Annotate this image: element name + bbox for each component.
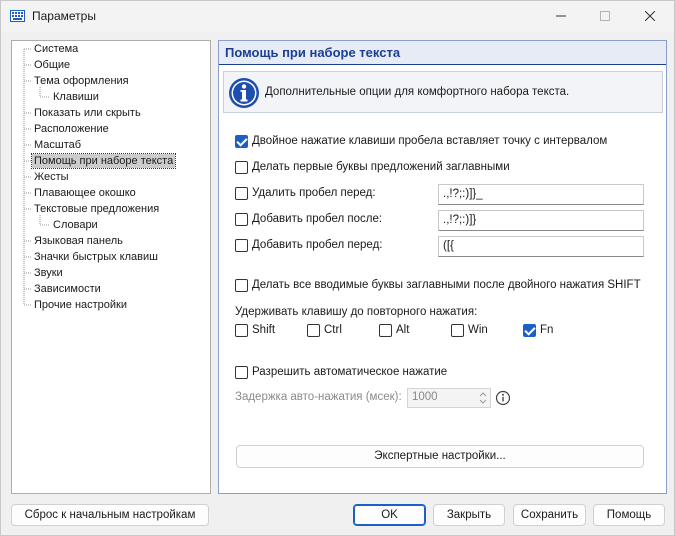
checkbox-box[interactable] — [235, 366, 248, 379]
close-button[interactable]: Закрыть — [433, 504, 505, 526]
tree-item-floating-window[interactable]: Плавающее окошко — [32, 186, 138, 200]
checkbox-box[interactable] — [379, 324, 392, 337]
checkbox-box[interactable] — [235, 239, 248, 252]
delay-label: Задержка авто-нажатия (мсек): — [235, 391, 402, 403]
panel-header: Помощь при наборе текста — [219, 41, 666, 65]
checkbox-box[interactable] — [307, 324, 320, 337]
settings-tree[interactable]: Система Общие Тема оформления Клавиши По… — [11, 40, 211, 494]
save-button[interactable]: Сохранить — [513, 504, 586, 526]
tree-item-language-bar[interactable]: Языковая панель — [32, 234, 125, 248]
add-space-before-label: Добавить пробел перед: — [252, 239, 383, 251]
remove-space-before-input[interactable]: .,!?;:)]}_ — [438, 184, 644, 205]
checkbox-box[interactable] — [235, 135, 248, 148]
title-bar[interactable]: Параметры — [1, 1, 674, 32]
hold-ctrl-label: Ctrl — [324, 324, 342, 336]
checkbox-box[interactable] — [523, 324, 536, 337]
tree-item-text-suggestions[interactable]: Текстовые предложения — [32, 202, 161, 216]
help-hint-icon[interactable] — [495, 390, 511, 406]
delay-value: 1000 — [412, 391, 438, 403]
capitalize-first-label: Делать первые буквы предложений заглавны… — [252, 161, 510, 173]
tree-item-sounds[interactable]: Звуки — [32, 266, 65, 280]
tree-item-location[interactable]: Расположение — [32, 122, 111, 136]
hold-shift-label: Shift — [252, 324, 276, 336]
checkbox-box[interactable] — [235, 279, 248, 292]
checkbox-box[interactable] — [235, 161, 248, 174]
minimize-icon — [556, 15, 566, 17]
help-button[interactable]: Помощь — [593, 504, 665, 526]
double-space-label: Двойное нажатие клавиши пробела вставляе… — [252, 135, 608, 147]
hold-win-label: Win — [468, 324, 488, 336]
tree-item-show-hide[interactable]: Показать или скрыть — [32, 106, 143, 120]
settings-window: Параметры Система Общие Тема оформления … — [0, 0, 675, 536]
delay-spinner[interactable]: 1000 — [407, 388, 491, 408]
add-space-before-input[interactable]: ([{ — [438, 236, 644, 257]
hold-keys-label: Удерживать клавишу до повторного нажатия… — [235, 306, 478, 318]
spinner-arrows-icon[interactable] — [478, 391, 488, 405]
tree-item-dictionaries[interactable]: Словари — [51, 218, 100, 232]
info-text: Дополнительные опции для комфортного наб… — [265, 86, 570, 98]
checkbox-box[interactable] — [235, 213, 248, 226]
tree-item-keys[interactable]: Клавиши — [51, 90, 101, 104]
caps-after-shift-label: Делать все вводимые буквы заглавными пос… — [252, 279, 641, 291]
hold-alt-label: Alt — [396, 324, 410, 336]
checkbox-box[interactable] — [451, 324, 464, 337]
tree-item-dependencies[interactable]: Зависимости — [32, 282, 103, 296]
typing-help-panel: Помощь при наборе текста Дополнительные … — [218, 40, 667, 494]
close-window-button[interactable] — [628, 1, 672, 31]
add-space-after-input[interactable]: .,!?;:)]} — [438, 210, 644, 231]
tree-item-typing-help[interactable]: Помощь при наборе текста — [30, 153, 177, 169]
keyboard-icon — [10, 10, 25, 22]
tree-item-gestures[interactable]: Жесты — [32, 170, 71, 184]
hold-fn-label: Fn — [540, 324, 554, 336]
tree-item-system[interactable]: Система — [32, 42, 80, 56]
window-title: Параметры — [32, 9, 96, 23]
checkbox-box[interactable] — [235, 187, 248, 200]
auto-press-label: Разрешить автоматическое нажатие — [252, 366, 448, 378]
minimize-button[interactable] — [539, 1, 583, 31]
tree-item-scale[interactable]: Масштаб — [32, 138, 83, 152]
maximize-button[interactable] — [583, 1, 627, 31]
remove-space-before-label: Удалить пробел перед: — [252, 187, 376, 199]
checkbox-box[interactable] — [235, 324, 248, 337]
info-icon — [229, 78, 259, 108]
maximize-icon — [600, 11, 610, 21]
panel-title: Помощь при наборе текста — [225, 45, 401, 60]
tree-item-theme[interactable]: Тема оформления — [32, 74, 131, 88]
tree-item-general[interactable]: Общие — [32, 58, 72, 72]
info-box: Дополнительные опции для комфортного наб… — [223, 71, 663, 113]
ok-button[interactable]: OK — [353, 504, 426, 526]
expert-settings-button[interactable]: Экспертные настройки... — [236, 445, 644, 468]
tree-item-hotkey-icons[interactable]: Значки быстрых клавиш — [32, 250, 160, 264]
close-icon — [645, 11, 655, 21]
add-space-after-label: Добавить пробел после: — [252, 213, 383, 225]
tree-item-other-settings[interactable]: Прочие настройки — [32, 298, 129, 312]
reset-defaults-button[interactable]: Сброс к начальным настройкам — [11, 504, 209, 526]
